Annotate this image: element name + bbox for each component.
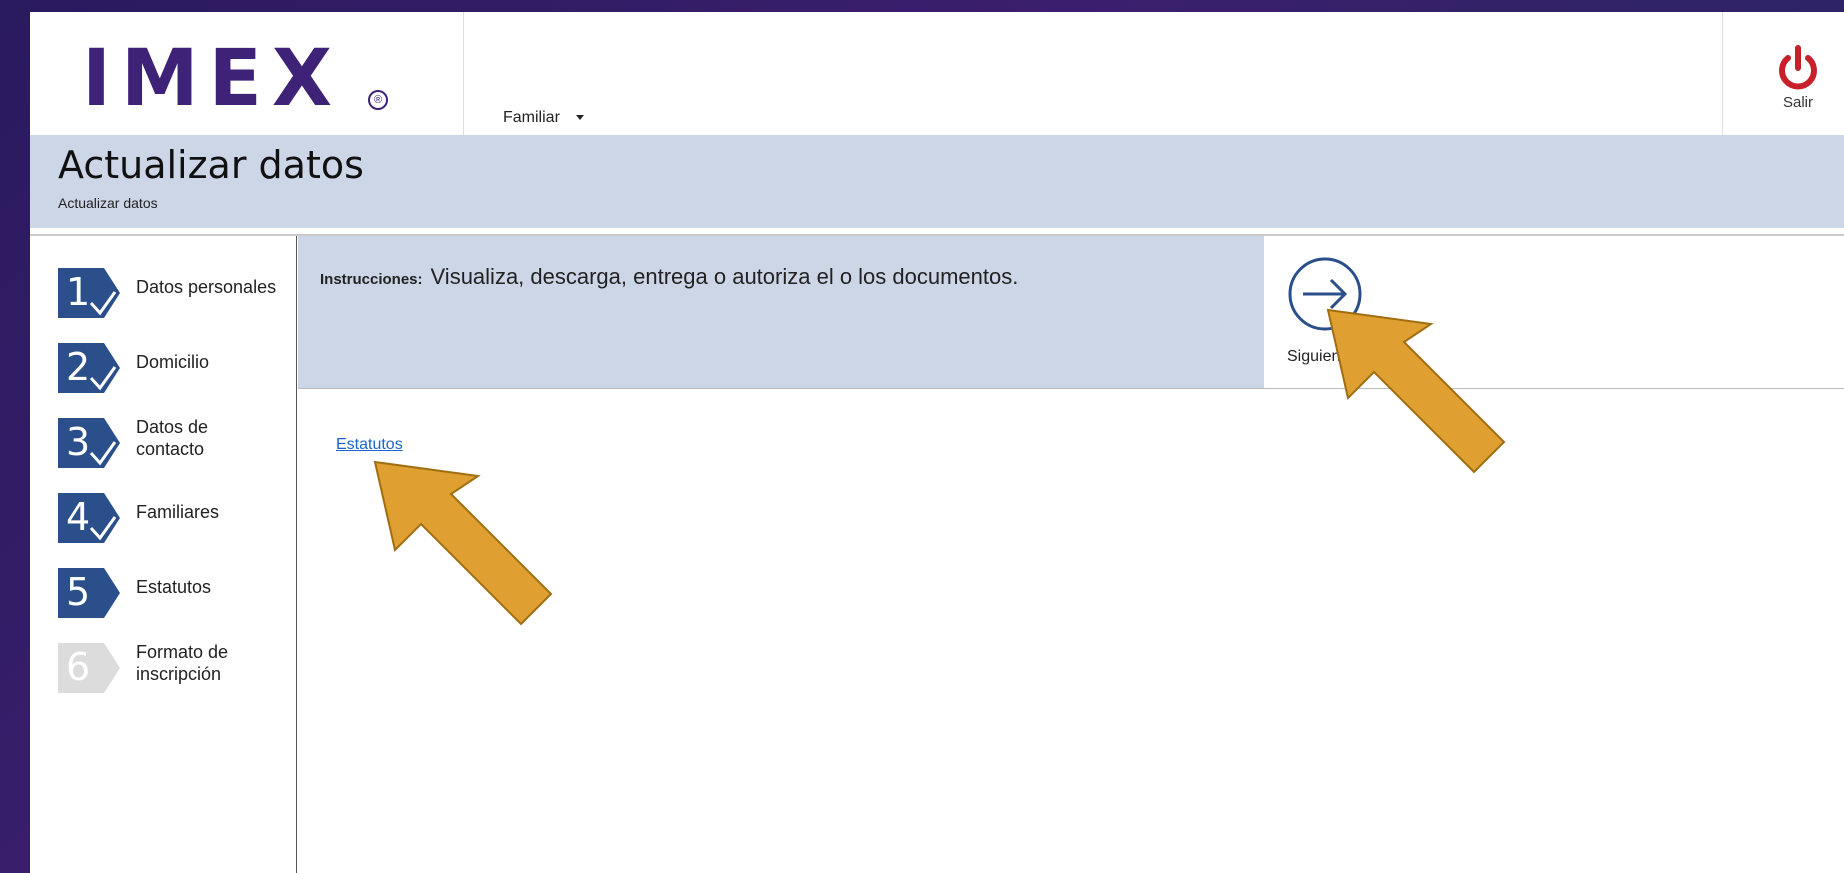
step-datos-personales[interactable]: 1 Datos personales [58,268,296,324]
step-number: 1 [66,270,91,314]
divider [298,388,1844,389]
registered-mark: ® [368,90,388,110]
step-label: Datos personales [136,277,277,297]
breadcrumb: Actualizar datos [58,195,158,211]
imex-logo: IMEX [82,34,343,124]
wizard-steps: 1 Datos personales 2 Domicilio 3 Datos d… [30,236,296,873]
document-link-estatutos[interactable]: Estatutos [336,436,403,454]
step-number: 6 [66,645,91,689]
instructions-panel: Instrucciones: Visualiza, descarga, entre… [298,236,1264,388]
user-menu-dropdown[interactable]: Familiar [503,109,584,127]
instructions-label: Instrucciones: [320,271,423,288]
annotation-arrow-icon [373,460,553,626]
logout-label: Salir [1782,94,1813,111]
step-formato-de-inscripcion[interactable]: 6 Formato de inscripción [58,642,296,699]
app-header: IMEX ® Familiar Salir [30,12,1844,135]
step-domicilio[interactable]: 2 Domicilio [58,343,296,399]
checkmark-icon [89,291,117,316]
step-estatutos[interactable]: 5 Estatutos [58,568,296,624]
user-menu-label: Familiar [503,109,560,126]
step-label: Formato de inscripción [136,642,229,684]
page-title: Actualizar datos [58,143,364,187]
step-label: Datos de contacto [136,417,209,459]
step-number: 3 [66,420,91,464]
step-datos-de-contacto[interactable]: 3 Datos de contacto [58,417,296,474]
annotation-arrow-icon [1326,308,1506,474]
header-divider [463,12,464,135]
step-label: Familiares [136,502,220,522]
checkmark-icon [89,441,117,466]
sidebar-divider [296,236,297,873]
checkmark-icon [89,366,117,391]
step-number: 2 [66,345,91,389]
checkmark-icon [89,516,117,541]
instructions-body: Visualiza, descarga, entrega o autoriza … [430,264,1019,289]
step-number: 4 [66,495,91,539]
instructions-text: Instrucciones: Visualiza, descarga, entre… [320,264,1018,290]
caret-down-icon [575,115,584,121]
step-label: Domicilio [136,352,210,372]
power-icon [1779,45,1817,90]
step-number: 5 [66,570,91,614]
step-familiares[interactable]: 4 Familiares [58,493,296,549]
header-divider [1722,12,1723,135]
app-window: IMEX ® Familiar Salir Actualizar datos A… [30,12,1844,873]
step-label: Estatutos [136,577,212,597]
logout-button[interactable]: Salir [1768,44,1828,111]
page-title-band: Actualizar datos Actualizar datos [30,135,1844,228]
